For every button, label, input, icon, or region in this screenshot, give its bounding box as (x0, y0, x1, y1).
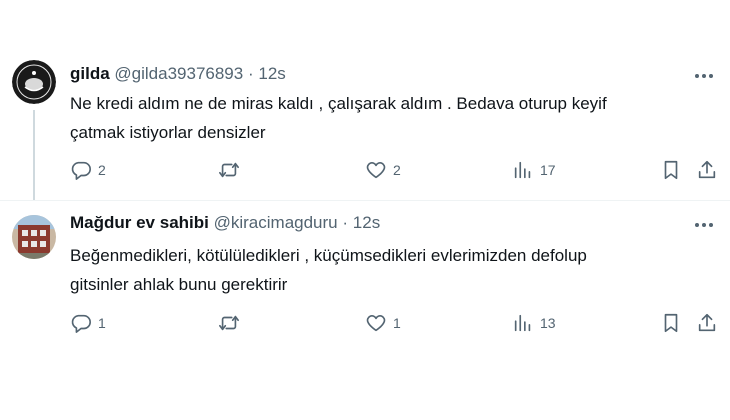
share-icon (698, 313, 716, 332)
share-icon (698, 160, 716, 179)
action-bar: 2 2 17 (70, 158, 720, 182)
retweet-icon (219, 162, 239, 178)
more-options-icon[interactable] (692, 68, 716, 84)
tweet-text-line: çatmak istiyorlar densizler (70, 123, 266, 142)
handle[interactable]: @kiracimagduru (214, 213, 338, 232)
tweet[interactable]: gilda @gilda39376893 · 12s Ne kredi aldı… (0, 0, 730, 200)
reply-button[interactable]: 1 (70, 311, 106, 335)
share-button[interactable] (696, 158, 718, 182)
reply-button[interactable]: 2 (70, 158, 106, 182)
views-button[interactable]: 13 (512, 311, 556, 335)
tweet-text: Ne kredi aldım ne de miras kaldı , çalış… (70, 89, 670, 147)
avatar-house-photo-icon (12, 215, 56, 259)
avatar-logo-icon (12, 60, 56, 104)
thread-line (33, 110, 35, 200)
avatar[interactable] (12, 60, 56, 104)
timestamp[interactable]: 12s (353, 213, 380, 232)
share-button[interactable] (696, 311, 718, 335)
reply-count: 1 (98, 315, 106, 331)
view-count: 17 (540, 162, 556, 178)
bookmark-button[interactable] (660, 158, 682, 182)
retweet-button[interactable] (218, 311, 246, 335)
like-count: 1 (393, 315, 401, 331)
separator: · (247, 64, 254, 83)
like-button[interactable]: 2 (365, 158, 401, 182)
tweet-text: Beğenmedikleri, kötülüledikleri , küçüms… (70, 241, 670, 299)
bookmark-button[interactable] (660, 311, 682, 335)
timestamp[interactable]: 12s (258, 64, 285, 83)
reply-icon (71, 161, 91, 180)
action-bar: 1 1 13 (70, 311, 720, 335)
tweet[interactable]: Mağdur ev sahibi @kiracimagduru · 12s Be… (0, 201, 730, 420)
bookmark-icon (664, 160, 678, 180)
views-button[interactable]: 17 (512, 158, 556, 182)
display-name[interactable]: Mağdur ev sahibi (70, 213, 209, 232)
heart-icon (366, 162, 386, 179)
bar-chart-icon (514, 161, 531, 179)
tweet-header: Mağdur ev sahibi @kiracimagduru · 12s (70, 213, 380, 233)
tweet-header: gilda @gilda39376893 · 12s (70, 64, 286, 84)
reply-icon (71, 314, 91, 333)
more-options-icon[interactable] (692, 217, 716, 233)
retweet-icon (219, 315, 239, 331)
like-button[interactable]: 1 (365, 311, 401, 335)
separator: · (342, 213, 349, 232)
view-count: 13 (540, 315, 556, 331)
tweet-text-line: Ne kredi aldım ne de miras kaldı , çalış… (70, 94, 607, 113)
tweet-text-line: gitsinler ahlak bunu gerektirir (70, 275, 288, 294)
like-count: 2 (393, 162, 401, 178)
reply-count: 2 (98, 162, 106, 178)
handle[interactable]: @gilda39376893 (114, 64, 243, 83)
heart-icon (366, 315, 386, 332)
bar-chart-icon (514, 314, 531, 332)
retweet-button[interactable] (218, 158, 246, 182)
avatar[interactable] (12, 215, 56, 259)
bookmark-icon (664, 313, 678, 333)
display-name[interactable]: gilda (70, 64, 110, 83)
tweet-text-line: Beğenmedikleri, kötülüledikleri , küçüms… (70, 246, 587, 265)
